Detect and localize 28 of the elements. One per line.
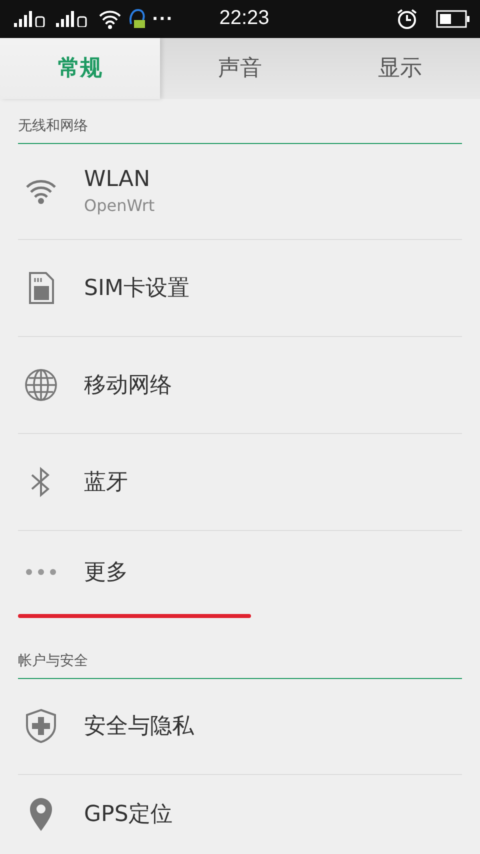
tab[interactable]: 声音 [160, 38, 320, 99]
item-label: 安全与隐私 [84, 713, 194, 742]
wifi-icon [98, 8, 122, 29]
settings-item[interactable]: 更多 [18, 530, 462, 614]
item-label: 移动网络 [84, 372, 172, 400]
more-icon [24, 568, 58, 576]
section-header: 帐户与安全 [18, 652, 462, 679]
settings-item[interactable]: WLAN OpenWrt [18, 144, 462, 240]
shield-icon [24, 708, 58, 744]
item-label: SIM卡设置 [84, 274, 190, 303]
section-header: 无线和网络 [18, 116, 462, 144]
settings-item[interactable]: SIM卡设置 [18, 240, 462, 337]
item-subtitle: OpenWrt [84, 196, 155, 216]
battery-icon [436, 10, 470, 28]
item-label: WLAN [84, 167, 152, 192]
notification-more: ··· [152, 9, 174, 28]
status-time: 22:23 [219, 7, 270, 30]
tab[interactable]: 显示 [320, 38, 480, 99]
settings-item[interactable]: 安全与隐私 [18, 678, 462, 775]
item-label: 蓝牙 [84, 468, 128, 497]
settings-item[interactable]: 移动网络 [18, 336, 462, 434]
item-label: GPS定位 [84, 801, 172, 830]
settings-item[interactable]: GPS定位 [18, 774, 462, 854]
settings-item[interactable]: 蓝牙 [18, 434, 462, 531]
chat-app-icon [128, 8, 146, 30]
alarm-clock-icon [396, 8, 418, 30]
item-label: 更多 [84, 559, 128, 588]
globe-icon [24, 368, 58, 402]
